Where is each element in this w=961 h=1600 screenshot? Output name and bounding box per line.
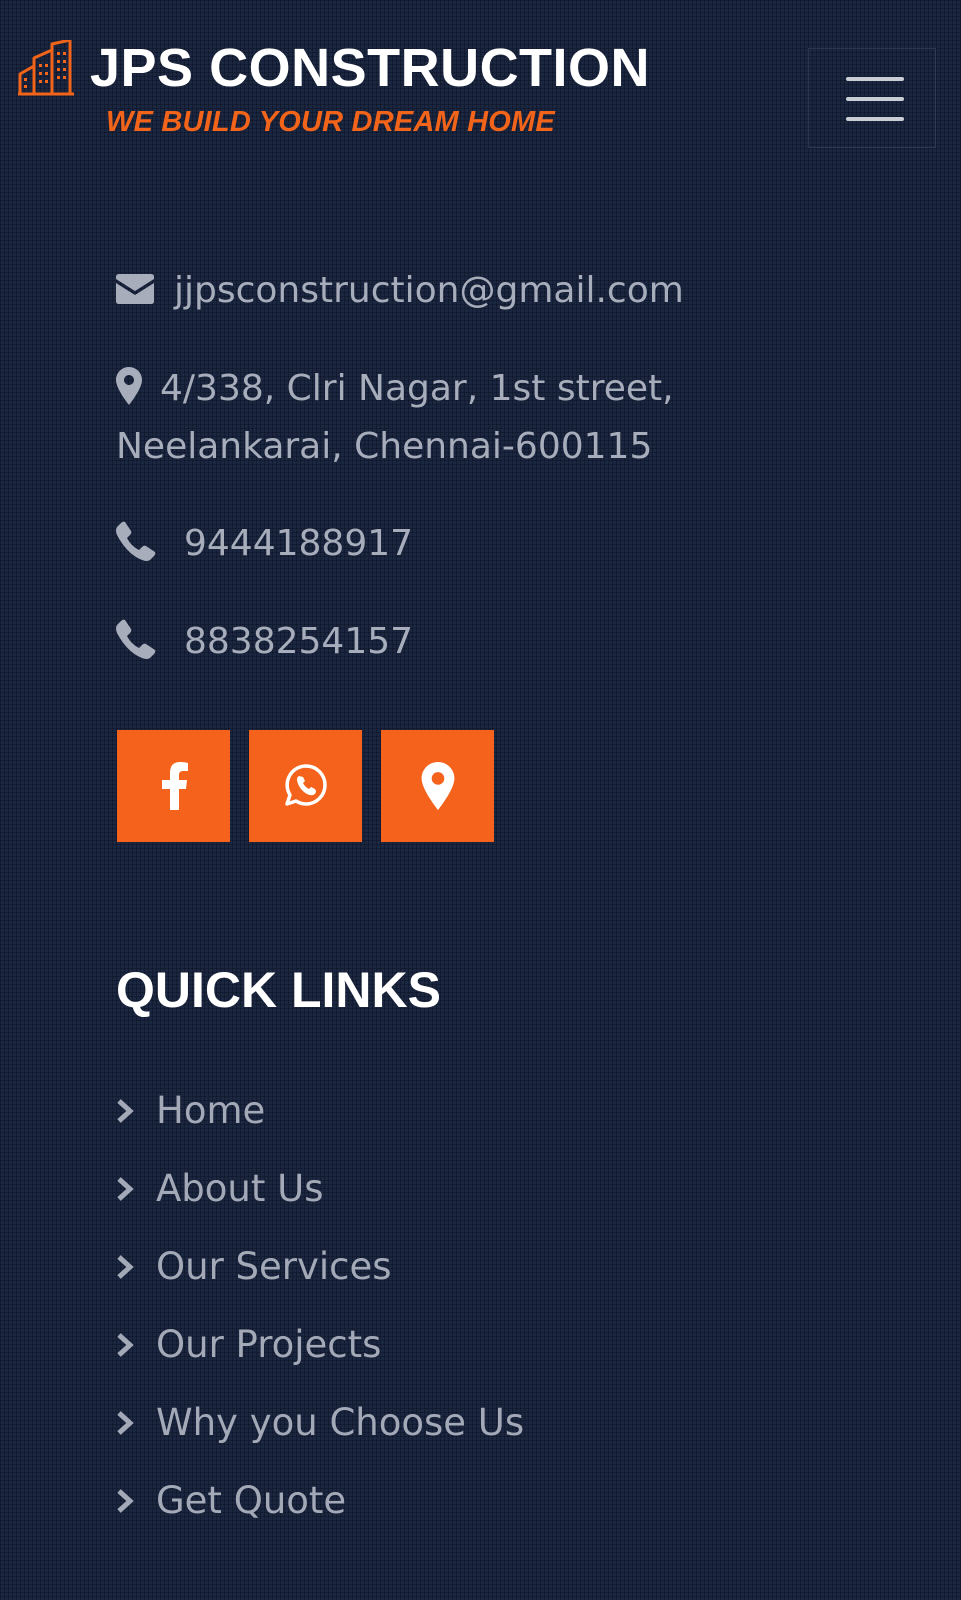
quick-link-home[interactable]: Home — [116, 1086, 524, 1164]
email-text[interactable]: jjpsconstruction@gmail.com — [174, 270, 684, 311]
facebook-icon — [161, 762, 188, 810]
phone-number-2[interactable]: 8838254157 — [184, 621, 413, 662]
quick-link-why-choose-us[interactable]: Why you Choose Us — [116, 1398, 524, 1476]
quick-link-label[interactable]: Get Quote — [156, 1476, 346, 1526]
contact-address: 4/338, Clri Nagar, 1st street, Neelankar… — [116, 360, 836, 476]
quick-link-label[interactable]: Our Services — [156, 1242, 392, 1292]
address-line-2: Neelankarai, Chennai-600115 — [116, 426, 653, 467]
facebook-button[interactable] — [117, 730, 230, 842]
chevron-right-icon — [117, 1489, 134, 1513]
building-icon — [18, 40, 74, 96]
quick-link-get-quote[interactable]: Get Quote — [116, 1476, 524, 1554]
brand-title[interactable]: JPS CONSTRUCTION — [90, 36, 650, 100]
map-marker-icon — [116, 367, 142, 405]
whatsapp-icon — [284, 764, 327, 806]
site-header: JPS CONSTRUCTION WE BUILD YOUR DREAM HOM… — [0, 0, 961, 160]
whatsapp-button[interactable] — [249, 730, 362, 842]
phone-icon — [116, 619, 156, 659]
brand-tagline: WE BUILD YOUR DREAM HOME — [106, 106, 555, 138]
chevron-right-icon — [117, 1255, 134, 1279]
contact-phone-2[interactable]: 8838254157 — [116, 613, 413, 671]
map-marker-icon — [421, 762, 454, 810]
quick-link-our-services[interactable]: Our Services — [116, 1242, 524, 1320]
phone-icon — [116, 521, 156, 561]
chevron-right-icon — [117, 1099, 134, 1123]
quick-link-label[interactable]: Our Projects — [156, 1320, 381, 1370]
chevron-right-icon — [117, 1411, 134, 1435]
contact-phone-1[interactable]: 9444188917 — [116, 515, 413, 573]
quick-link-label[interactable]: Home — [156, 1086, 265, 1136]
quick-link-label[interactable]: Why you Choose Us — [156, 1398, 524, 1448]
contact-email[interactable]: jjpsconstruction@gmail.com — [116, 262, 684, 320]
quick-links-title: QUICK LINKS — [116, 962, 441, 1018]
quick-link-about-us[interactable]: About Us — [116, 1164, 524, 1242]
envelope-icon — [116, 274, 154, 304]
address-line-1: 4/338, Clri Nagar, 1st street, — [160, 368, 674, 409]
quick-link-label[interactable]: About Us — [156, 1164, 324, 1214]
chevron-right-icon — [117, 1177, 134, 1201]
phone-number-1[interactable]: 9444188917 — [184, 523, 413, 564]
location-button[interactable] — [381, 730, 494, 842]
quick-links-list: Home About Us Our Services Our Projects … — [116, 1086, 524, 1554]
chevron-right-icon — [117, 1333, 134, 1357]
menu-toggle-button[interactable] — [808, 48, 936, 148]
quick-link-our-projects[interactable]: Our Projects — [116, 1320, 524, 1398]
